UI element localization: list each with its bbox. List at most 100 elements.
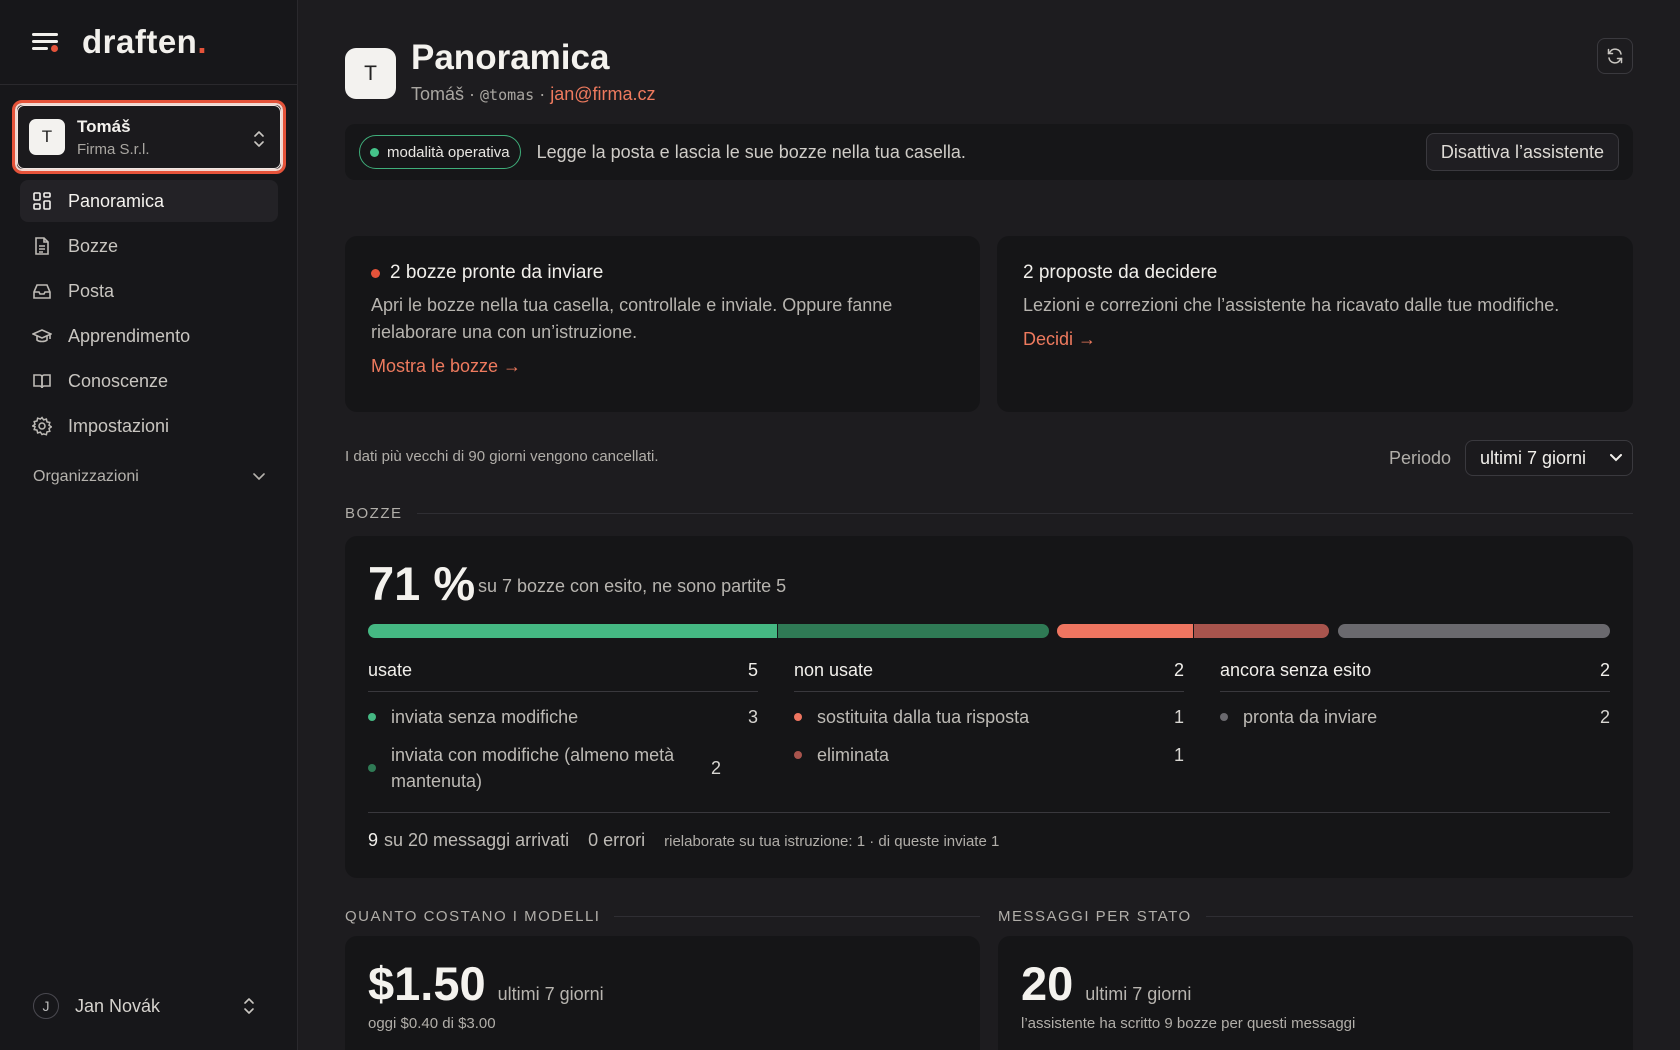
card-divider	[368, 812, 1610, 813]
org-switcher[interactable]: T Tomáš Firma S.r.l.	[12, 100, 286, 174]
card-title: 2 bozze pronte da inviare	[371, 262, 954, 284]
chevron-down-icon	[253, 473, 265, 481]
gear-icon	[32, 416, 52, 436]
chevron-updown-icon	[244, 998, 254, 1014]
column-header: non usate 2	[794, 660, 1184, 692]
cost-value: $1.50	[368, 957, 486, 1010]
bar-segment-ready	[1338, 624, 1610, 638]
assistant-mode-bar: modalità operativa Legge la posta e lasc…	[345, 124, 1633, 180]
messages-sub: l’assistente ha scritto 9 bozze per ques…	[1021, 1015, 1356, 1032]
sidebar: draften. T Tomáš Firma S.r.l. Panoramica…	[0, 0, 298, 1050]
org-avatar: T	[29, 119, 65, 155]
alert-dot	[371, 268, 380, 278]
status-dot	[370, 147, 379, 157]
deactivate-assistant-button[interactable]: Disattiva l’assistente	[1425, 133, 1619, 171]
user-menu[interactable]: J Jan Novák	[33, 993, 265, 1019]
account-email[interactable]: jan@firma.cz	[550, 84, 655, 104]
proposals-card: 2 proposte da decidere Lezioni e correzi…	[997, 236, 1633, 412]
list-item: pronta da inviare 2	[1220, 704, 1610, 730]
dashboard-icon	[32, 191, 52, 211]
subtitle-separator: ·	[539, 84, 546, 104]
sidebar-nav: Panoramica Bozze Posta Apprendimento Con…	[20, 180, 278, 450]
drafts-footer: 9 su 20 messaggi arrivati 0 errori riela…	[368, 830, 999, 851]
org-subtitle: Firma S.r.l.	[77, 140, 150, 158]
column-header: usate 5	[368, 660, 758, 692]
sidebar-item-impostazioni[interactable]: Impostazioni	[20, 405, 278, 447]
drafts-success-rate: 71 %	[368, 557, 476, 610]
errors-count: 0 errori	[588, 830, 646, 850]
messages-card: 20 ultimi 7 giorni l’assistente ha scritt…	[998, 936, 1633, 1050]
pending-bar	[1338, 624, 1610, 638]
bar-segment-sent-unchanged	[368, 624, 777, 638]
unused-bar	[1057, 624, 1329, 638]
show-drafts-link[interactable]: Mostra le bozze →	[371, 356, 521, 377]
sidebar-item-posta[interactable]: Posta	[20, 270, 278, 312]
used-bar	[368, 624, 1049, 638]
sidebar-item-label: Posta	[68, 280, 115, 301]
bar-segment-replaced	[1057, 624, 1193, 638]
sidebar-divider	[0, 84, 297, 85]
org-name: Tomáš	[77, 116, 131, 136]
arrived-text: su 20 messaggi arrivati	[384, 830, 570, 850]
organizations-toggle[interactable]: Organizzazioni	[33, 468, 265, 486]
mode-description: Legge la posta e lascia le sue bozze nel…	[536, 141, 966, 162]
main-content: T Panoramica Tomáš · @tomas · jan@firma.…	[345, 0, 1633, 1050]
sidebar-item-conoscenze[interactable]: Conoscenze	[20, 360, 278, 402]
section-messages-by-state: MESSAGGI PER STATO	[998, 908, 1633, 925]
list-item: sostituita dalla tua risposta 1	[794, 704, 1184, 730]
cost-period: ultimi 7 giorni	[497, 984, 604, 1004]
account-handle: @tomas	[480, 86, 535, 104]
drafts-stats-card: 71 % su 7 bozze con esito, ne sono parti…	[345, 536, 1633, 878]
arrived-count: 9	[368, 830, 379, 850]
period-select[interactable]: ultimi 7 giorni	[1465, 440, 1633, 476]
user-name: Jan Novák	[75, 995, 161, 1016]
drafts-ready-card: 2 bozze pronte da inviare Apri le bozze …	[345, 236, 980, 412]
page-title: Panoramica	[411, 38, 610, 77]
refresh-button[interactable]	[1597, 38, 1633, 74]
organizations-label: Organizzazioni	[33, 468, 139, 485]
menu-icon[interactable]	[32, 31, 58, 53]
chevron-down-icon	[1610, 454, 1622, 462]
section-bozze: BOZZE	[345, 505, 1633, 522]
list-item: eliminata 1	[794, 742, 1184, 768]
retention-note: I dati più vecchi di 90 giorni vengono c…	[345, 448, 659, 465]
pending-column: ancora senza esito 2 pronta da inviare 2	[1220, 660, 1610, 730]
messages-period: ultimi 7 giorni	[1085, 984, 1192, 1004]
bar-segment-deleted	[1194, 624, 1329, 638]
sidebar-item-label: Panoramica	[68, 190, 165, 211]
reworked-info: rielaborate su tua istruzione: 1 · di qu…	[664, 833, 1000, 850]
card-title: 2 proposte da decidere	[1023, 262, 1218, 283]
messages-value: 20	[1021, 957, 1074, 1010]
inbox-icon	[32, 281, 52, 301]
period-filter: Periodo ultimi 7 giorni	[1389, 440, 1633, 476]
drafts-success-desc: su 7 bozze con esito, ne sono partite 5	[478, 576, 787, 596]
decide-link[interactable]: Decidi →	[1023, 329, 1096, 350]
graduation-cap-icon	[32, 326, 52, 346]
cost-today: oggi $0.40 di $3.00	[368, 1015, 496, 1032]
header-avatar: T	[345, 48, 396, 99]
bar-segment-sent-modified	[777, 624, 1049, 638]
book-icon	[32, 371, 52, 391]
mode-badge: modalità operativa	[359, 135, 521, 169]
sidebar-item-panoramica[interactable]: Panoramica	[20, 180, 278, 222]
list-item: inviata con modifiche (almeno metà mante…	[368, 742, 758, 794]
sidebar-item-label: Impostazioni	[68, 415, 170, 436]
sidebar-item-label: Apprendimento	[68, 325, 191, 346]
used-column: usate 5 inviata senza modifiche 3 inviata …	[368, 660, 758, 794]
account-name: Tomáš ·	[411, 84, 476, 104]
brand: draften.	[32, 22, 207, 62]
brand-logo[interactable]: draften.	[82, 23, 207, 61]
refresh-icon	[1607, 48, 1623, 64]
chevron-updown-icon	[254, 131, 264, 147]
card-description: Apri le bozze nella tua casella, control…	[371, 295, 893, 342]
sidebar-item-apprendimento[interactable]: Apprendimento	[20, 315, 278, 357]
user-avatar: J	[33, 993, 59, 1019]
card-description: Lezioni e correzioni che l’assistente ha…	[1023, 295, 1560, 315]
period-label: Periodo	[1388, 447, 1451, 468]
sidebar-item-bozze[interactable]: Bozze	[20, 225, 278, 267]
column-header: ancora senza esito 2	[1220, 660, 1610, 692]
page-subtitle: Tomáš · @tomas · jan@firma.cz	[411, 84, 656, 105]
document-icon	[32, 236, 52, 256]
unused-column: non usate 2 sostituita dalla tua risposta…	[794, 660, 1184, 768]
section-model-costs: QUANTO COSTANO I MODELLI	[345, 908, 980, 925]
